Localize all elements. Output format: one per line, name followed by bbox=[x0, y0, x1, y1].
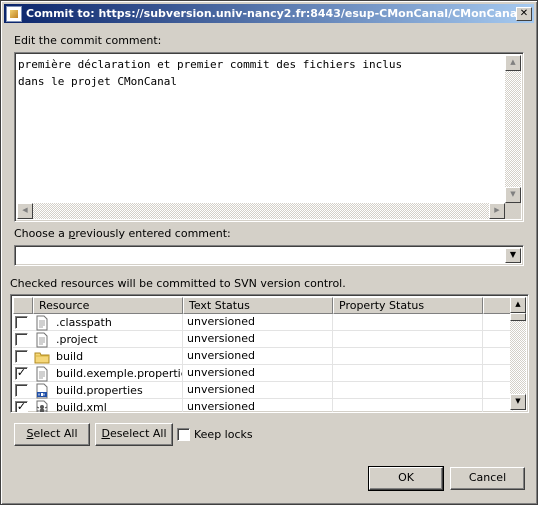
scroll-down-icon[interactable]: ▼ bbox=[510, 394, 526, 410]
file-icon bbox=[36, 366, 48, 381]
filler-cell bbox=[483, 399, 513, 412]
property-status bbox=[333, 399, 483, 412]
cancel-button[interactable]: Cancel bbox=[450, 467, 525, 490]
deselect-all-button[interactable]: Deselect All bbox=[95, 423, 173, 446]
close-icon: ✕ bbox=[519, 7, 529, 19]
row-checkbox-checked[interactable]: ✓ bbox=[15, 367, 28, 380]
resources-label: Checked resources will be committed to S… bbox=[10, 277, 346, 290]
resource-name: .project bbox=[56, 332, 98, 346]
file-icon bbox=[36, 315, 48, 330]
property-status bbox=[333, 365, 483, 382]
comment-vertical-scrollbar[interactable]: ▲ ▼ bbox=[505, 55, 521, 203]
window-title: Commit to: https://subversion.univ-nancy… bbox=[26, 7, 516, 20]
resource-name: .classpath bbox=[56, 315, 112, 329]
comment-text: première déclaration et premier commit d… bbox=[18, 58, 403, 88]
text-status: unversioned bbox=[183, 399, 333, 412]
text-status: unversioned bbox=[183, 314, 333, 331]
text-status: unversioned bbox=[183, 348, 333, 365]
dropdown-arrow-icon[interactable]: ▼ bbox=[505, 248, 521, 263]
previous-comment-combo[interactable]: ▼ bbox=[14, 245, 524, 266]
resource-name: build.properties bbox=[56, 383, 143, 397]
scroll-thumb[interactable] bbox=[510, 313, 526, 321]
filler-cell bbox=[483, 382, 513, 399]
svn-app-icon bbox=[6, 5, 22, 22]
filler-cell bbox=[483, 331, 513, 348]
keep-locks-checkbox[interactable] bbox=[177, 428, 190, 441]
ant-file-icon bbox=[36, 400, 48, 412]
table-header: Resource Text Status Property Status bbox=[13, 297, 513, 314]
scrollbar-corner bbox=[505, 203, 521, 219]
scroll-right-icon[interactable]: ▶ bbox=[489, 203, 505, 219]
text-status: unversioned bbox=[183, 365, 333, 382]
resource-name: build.exemple.properties bbox=[56, 366, 183, 380]
property-status bbox=[333, 348, 483, 365]
table-row[interactable]: .classpath unversioned bbox=[13, 314, 513, 331]
table-rows: .classpath unversioned .project unversio… bbox=[13, 314, 513, 413]
table-row[interactable]: ✓ build.exemple.properties unversioned bbox=[13, 365, 513, 382]
table-row[interactable]: build unversioned bbox=[13, 348, 513, 365]
table-row[interactable]: ✓ build.xml unversioned bbox=[13, 399, 513, 413]
column-property-status-header[interactable]: Property Status bbox=[333, 297, 483, 314]
commit-dialog: Commit to: https://subversion.univ-nancy… bbox=[0, 0, 538, 505]
column-filler-header bbox=[483, 297, 513, 314]
table-row[interactable]: build.properties unversioned bbox=[13, 382, 513, 399]
row-checkbox-checked[interactable]: ✓ bbox=[15, 401, 28, 412]
row-checkbox[interactable] bbox=[15, 333, 28, 346]
column-text-status-header[interactable]: Text Status bbox=[183, 297, 333, 314]
column-resource-header[interactable]: Resource bbox=[33, 297, 183, 314]
table-row[interactable]: .project unversioned bbox=[13, 331, 513, 348]
resource-name: build bbox=[56, 349, 84, 363]
scroll-down-icon[interactable]: ▼ bbox=[505, 187, 521, 203]
property-status bbox=[333, 331, 483, 348]
scroll-left-icon[interactable]: ◀ bbox=[17, 203, 33, 219]
keep-locks-label: Keep locks bbox=[194, 428, 253, 441]
filler-cell bbox=[483, 348, 513, 365]
scroll-up-icon[interactable]: ▲ bbox=[510, 297, 526, 313]
filler-cell bbox=[483, 365, 513, 382]
comment-horizontal-scrollbar[interactable]: ◀ ▶ bbox=[17, 203, 505, 219]
title-bar[interactable]: Commit to: https://subversion.univ-nancy… bbox=[4, 4, 534, 23]
column-checkbox-header[interactable] bbox=[13, 297, 33, 314]
resource-name: build.xml bbox=[56, 400, 107, 413]
select-all-button[interactable]: Select All bbox=[14, 423, 90, 446]
ok-button[interactable]: OK bbox=[368, 466, 444, 491]
folder-icon bbox=[34, 352, 50, 363]
row-checkbox[interactable] bbox=[15, 316, 28, 329]
close-button[interactable]: ✕ bbox=[516, 6, 532, 21]
text-status: unversioned bbox=[183, 331, 333, 348]
row-checkbox[interactable] bbox=[15, 384, 28, 397]
resources-table[interactable]: Resource Text Status Property Status .cl… bbox=[10, 294, 529, 413]
binary-file-icon bbox=[36, 383, 48, 398]
file-icon bbox=[36, 332, 48, 347]
comment-textarea[interactable]: première déclaration et premier commit d… bbox=[14, 52, 524, 222]
table-vertical-scrollbar[interactable]: ▲ ▼ bbox=[510, 297, 526, 410]
comment-label: Edit the commit comment: bbox=[14, 34, 162, 47]
row-checkbox[interactable] bbox=[15, 350, 28, 363]
property-status bbox=[333, 314, 483, 331]
scroll-up-icon[interactable]: ▲ bbox=[505, 55, 521, 71]
filler-cell bbox=[483, 314, 513, 331]
property-status bbox=[333, 382, 483, 399]
text-status: unversioned bbox=[183, 382, 333, 399]
previous-comment-label: Choose a previously entered comment: bbox=[14, 227, 231, 240]
